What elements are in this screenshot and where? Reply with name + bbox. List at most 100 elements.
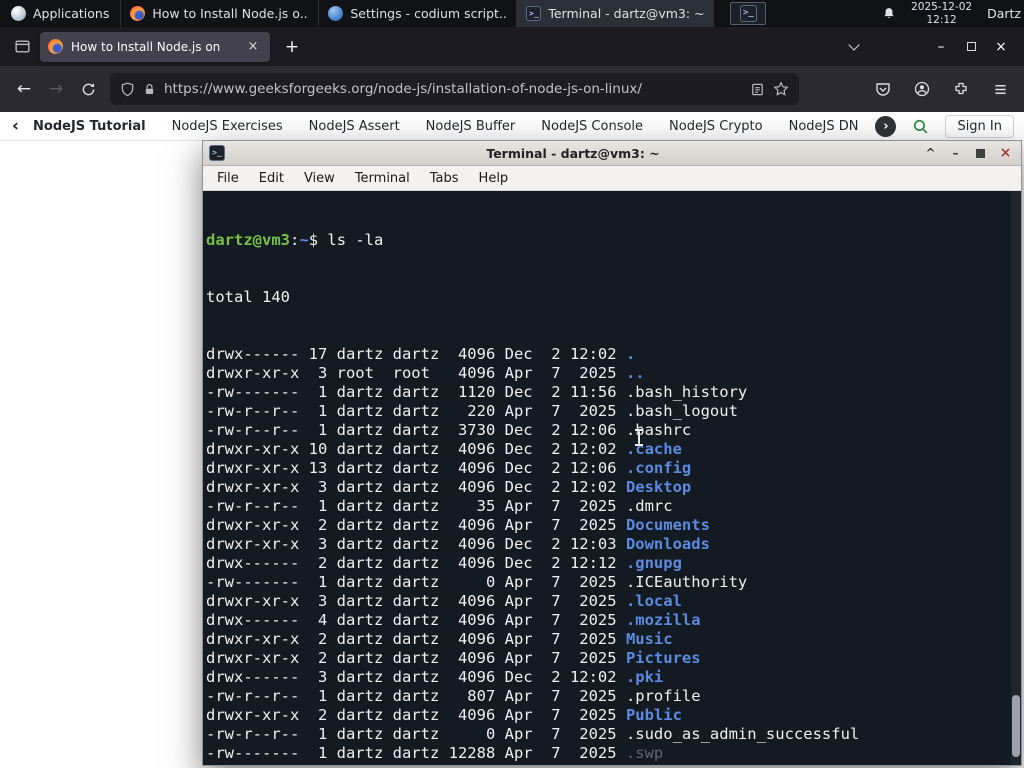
chevron-down-icon	[848, 38, 860, 51]
taskbar: How to Install Node.js o... Settings - co…	[120, 0, 715, 27]
navigation-toolbar: ← → https://www.geeksforgeeks.org/node-j…	[0, 66, 1024, 112]
terminal-output-line: drwxr-xr-x 2 dartz dartz 4096 Apr 7 2025…	[206, 630, 673, 648]
shield-icon[interactable]	[120, 81, 135, 97]
terminal-output-line: -rw-r--r-- 1 dartz dartz 0 Apr 7 2025 .s…	[206, 725, 860, 743]
terminal-body[interactable]: dartz@vm3:~$ ls -la total 140 drwx------…	[203, 191, 1021, 765]
taskbar-button-label: How to Install Node.js o...	[152, 6, 310, 21]
close-window-button[interactable]: ×	[996, 144, 1015, 163]
shade-window-button[interactable]: ^	[921, 144, 940, 163]
account-icon[interactable]	[906, 73, 938, 105]
browser-tab[interactable]: How to Install Node.js on ×	[40, 31, 270, 62]
reader-mode-icon[interactable]	[750, 82, 765, 97]
terminal-titlebar[interactable]: >_ Terminal - dartz@vm3: ~ ^ – ×	[203, 141, 1021, 166]
taskbar-button-label: Settings - codium script...	[350, 6, 508, 21]
file-name: Downloads	[625, 535, 710, 553]
pocket-icon[interactable]	[867, 73, 899, 105]
file-name: Pictures	[625, 649, 701, 667]
site-nav-item[interactable]: NodeJS Console	[541, 119, 643, 134]
reload-button[interactable]	[72, 73, 104, 105]
terminal-output-line: drwxr-xr-x 3 dartz dartz 4096 Dec 2 12:0…	[206, 478, 692, 496]
window-close-button[interactable]: ×	[986, 33, 1016, 61]
settings-icon	[328, 6, 344, 21]
list-all-tabs-button[interactable]	[840, 33, 868, 61]
terminal-scrollbar[interactable]	[1011, 191, 1021, 765]
site-nav-item[interactable]: NodeJS Crypto	[669, 119, 763, 134]
maximize-icon	[976, 148, 985, 158]
restore-icon	[966, 42, 976, 51]
menu-hamburger-icon[interactable]	[984, 73, 1016, 105]
menu-terminal[interactable]: Terminal	[345, 171, 420, 186]
notifications-bell-icon[interactable]	[882, 6, 896, 21]
menu-help[interactable]: Help	[469, 171, 519, 186]
terminal-output-line: -rw------- 1 dartz dartz 1120 Dec 2 11:5…	[206, 383, 748, 401]
extensions-icon[interactable]	[945, 73, 977, 105]
terminal-output-line: drwxr-xr-x 10 dartz dartz 4096 Dec 2 12:…	[206, 440, 682, 458]
scroll-right-icon[interactable]: ›	[875, 115, 897, 137]
url-text[interactable]: https://www.geeksforgeeks.org/node-js/in…	[164, 81, 742, 97]
window-minimize-button[interactable]: –	[926, 33, 956, 61]
firefox-view-icon[interactable]	[8, 33, 36, 61]
site-nav-item[interactable]: NodeJS Assert	[309, 119, 400, 134]
site-nav-right: › Sign In	[875, 114, 1014, 138]
minimize-window-button[interactable]: –	[946, 144, 965, 163]
panel-user-label[interactable]: Dartz	[987, 6, 1021, 21]
file-name: .pki	[625, 668, 664, 686]
taskbar-button[interactable]: >_ Terminal - dartz@vm3: ~	[516, 0, 715, 27]
file-name: Documents	[625, 516, 710, 534]
file-name: .swp	[625, 744, 664, 762]
applications-icon	[11, 6, 26, 21]
terminal-output-line: drwx------ 3 dartz dartz 4096 Dec 2 12:0…	[206, 668, 664, 686]
clock-time: 12:12	[926, 13, 957, 26]
window-restore-button[interactable]	[956, 33, 986, 61]
applications-menu-button[interactable]: Applications	[0, 0, 120, 27]
terminal-output-line: drwxr-xr-x 3 dartz dartz 4096 Dec 2 12:0…	[206, 535, 710, 553]
terminal-icon: >_	[739, 5, 757, 22]
terminal-output: dartz@vm3:~$ ls -la total 140 drwx------…	[206, 193, 1009, 765]
menu-view[interactable]: View	[294, 171, 345, 186]
file-name: .profile	[625, 687, 701, 705]
site-nav-item[interactable]: NodeJS Exercises	[172, 119, 283, 134]
taskbar-button[interactable]: How to Install Node.js o...	[120, 0, 318, 27]
site-nav-item[interactable]: NodeJS Tutorial	[33, 119, 146, 134]
maximize-window-button[interactable]	[971, 144, 990, 163]
firefox-favicon	[48, 39, 63, 54]
terminal-prompt-line: dartz@vm3:~$ ls -la	[206, 231, 384, 249]
scrollbar-thumb[interactable]	[1012, 695, 1020, 757]
terminal-icon: >_	[209, 145, 225, 161]
site-nav-item[interactable]: NodeJS Buffer	[426, 119, 516, 134]
file-name: .ICEauthority	[625, 573, 748, 591]
menu-file[interactable]: File	[207, 171, 249, 186]
file-name: .dmrc	[625, 497, 673, 515]
terminal-output-line: -rw-r--r-- 1 dartz dartz 35 Apr 7 2025 .…	[206, 497, 673, 515]
file-name: ..	[625, 364, 645, 382]
file-name: Music	[625, 630, 673, 648]
new-tab-button[interactable]: +	[278, 33, 306, 61]
tab-close-icon[interactable]: ×	[244, 38, 262, 56]
menu-edit[interactable]: Edit	[249, 171, 294, 186]
scroll-left-icon[interactable]: ‹	[10, 117, 21, 135]
prompt-command: ls -la	[327, 231, 384, 249]
search-icon[interactable]	[912, 118, 929, 135]
prompt-user-host: dartz@vm3	[206, 231, 290, 249]
sign-in-button[interactable]: Sign In	[945, 114, 1014, 138]
terminal-window: >_ Terminal - dartz@vm3: ~ ^ – × File Edi…	[202, 140, 1022, 766]
lock-icon[interactable]	[143, 83, 156, 96]
terminal-output-line: drwx------ 17 dartz dartz 4096 Dec 2 12:…	[206, 345, 636, 363]
menu-tabs[interactable]: Tabs	[420, 171, 469, 186]
back-button[interactable]: ←	[8, 73, 40, 105]
system-panel: Applications How to Install Node.js o...…	[0, 0, 1024, 27]
forward-button[interactable]: →	[40, 73, 72, 105]
mouse-cursor	[634, 429, 644, 446]
terminal-output-line: drwxr-xr-x 2 dartz dartz 4096 Apr 7 2025…	[206, 516, 710, 534]
tray-terminal-button[interactable]: >_	[730, 2, 767, 25]
applications-label: Applications	[33, 6, 110, 21]
panel-status-area: 2025-12-02 12:12 Dartz	[882, 0, 1024, 27]
site-nav-item[interactable]: NodeJS DNS	[789, 119, 860, 134]
url-bar[interactable]: https://www.geeksforgeeks.org/node-js/in…	[110, 73, 799, 105]
terminal-output-line: drwx------ 2 dartz dartz 4096 Dec 2 12:1…	[206, 554, 682, 572]
file-name: Public	[625, 706, 682, 724]
taskbar-button[interactable]: Settings - codium script...	[318, 0, 516, 27]
bookmark-star-icon[interactable]	[773, 81, 789, 97]
panel-clock[interactable]: 2025-12-02 12:12	[911, 1, 972, 25]
terminal-output-line: -rw-r--r-- 1 dartz dartz 220 Apr 7 2025 …	[206, 402, 738, 420]
